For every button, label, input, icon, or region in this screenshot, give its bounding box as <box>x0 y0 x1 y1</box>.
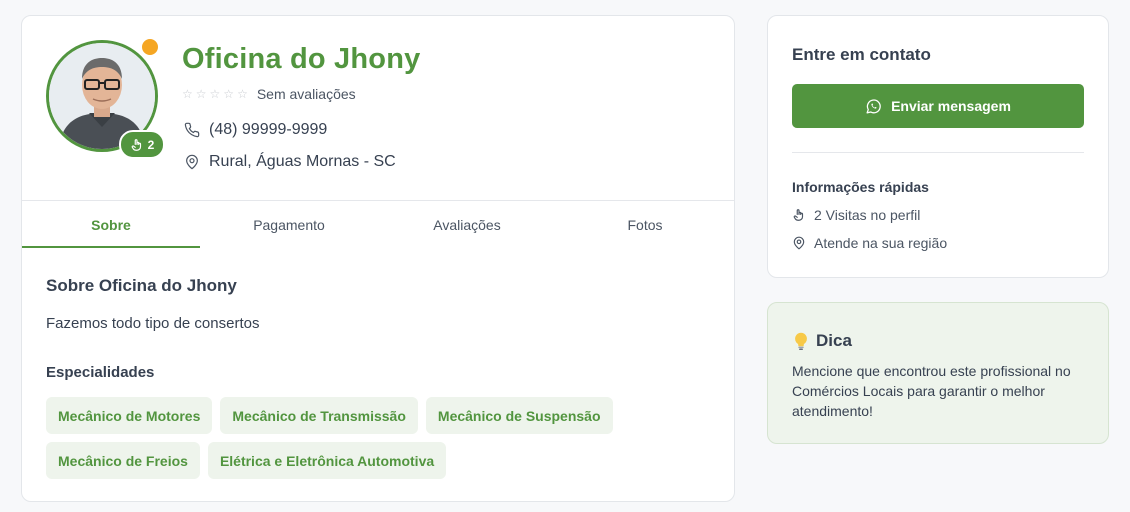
tab-avaliacoes[interactable]: Avaliações <box>378 201 556 248</box>
specialty-chip: Mecânico de Transmissão <box>220 397 418 434</box>
tab-sobre[interactable]: Sobre <box>22 201 200 248</box>
lightbulb-icon <box>795 332 807 350</box>
rating-text: Sem avaliações <box>256 86 356 102</box>
star-icon: ☆ <box>195 87 207 101</box>
tabs: Sobre Pagamento Avaliações Fotos <box>22 200 734 248</box>
tab-fotos[interactable]: Fotos <box>556 201 734 248</box>
location-row: Rural, Águas Mornas - SC <box>184 153 396 171</box>
specialty-chip: Elétrica e Eletrônica Automotiva <box>207 442 447 479</box>
pointer-hand-icon <box>131 138 141 151</box>
specialty-chip: Mecânico de Suspensão <box>425 397 613 434</box>
profile-card: 2 Oficina do Jhony ☆ ☆ ☆ ☆ ☆ Sem avaliaç… <box>21 15 735 502</box>
tip-card: Dica Mencione que encontrou este profiss… <box>767 302 1109 444</box>
quick-visits-text: 2 Visitas no perfil <box>814 207 921 223</box>
phone-number: (48) 99999-9999 <box>209 121 328 138</box>
visits-badge: 2 <box>119 130 165 159</box>
about-text: Fazemos todo tipo de consertos <box>46 315 260 332</box>
specialty-chip: Mecânico de Motores <box>46 397 213 434</box>
map-pin-icon <box>793 236 805 250</box>
divider <box>792 152 1084 153</box>
quick-info-region: Atende na sua região <box>792 235 947 251</box>
star-icon: ☆ <box>182 87 193 101</box>
about-title: Sobre Oficina do Jhony <box>46 276 237 295</box>
quick-info-visits: 2 Visitas no perfil <box>792 207 920 223</box>
tip-header: Dica <box>792 331 852 351</box>
phone-row[interactable]: (48) 99999-9999 <box>184 121 327 139</box>
star-icon: ☆ <box>209 87 221 101</box>
status-indicator <box>140 37 160 57</box>
star-icon: ☆ <box>237 87 248 101</box>
tip-title: Dica <box>816 331 852 350</box>
avatar-container: 2 <box>46 37 165 159</box>
star-icon: ☆ <box>223 87 235 101</box>
phone-icon <box>184 122 200 138</box>
pointer-hand-icon <box>793 209 804 221</box>
tab-pagamento[interactable]: Pagamento <box>200 201 378 248</box>
map-pin-icon <box>186 154 198 170</box>
quick-region-text: Atende na sua região <box>814 235 948 251</box>
specialties-title: Especialidades <box>46 364 155 381</box>
rating: ☆ ☆ ☆ ☆ ☆ Sem avaliações <box>182 86 356 102</box>
specialty-chip: Mecânico de Freios <box>46 442 200 479</box>
send-message-label: Enviar mensagem <box>891 98 1011 114</box>
contact-card: Entre em contato Enviar mensagem Informa… <box>767 15 1109 278</box>
tip-text: Mencione que encontrou este profissional… <box>792 363 1071 419</box>
location-text: Rural, Águas Mornas - SC <box>209 153 396 170</box>
contact-title: Entre em contato <box>792 45 931 64</box>
specialties-list: Mecânico de Motores Mecânico de Transmis… <box>46 397 646 479</box>
visits-count: 2 <box>147 137 155 152</box>
business-name: Oficina do Jhony <box>182 43 421 75</box>
whatsapp-icon <box>866 98 881 114</box>
send-message-button[interactable]: Enviar mensagem <box>792 84 1084 128</box>
quick-info-title: Informações rápidas <box>792 179 929 195</box>
